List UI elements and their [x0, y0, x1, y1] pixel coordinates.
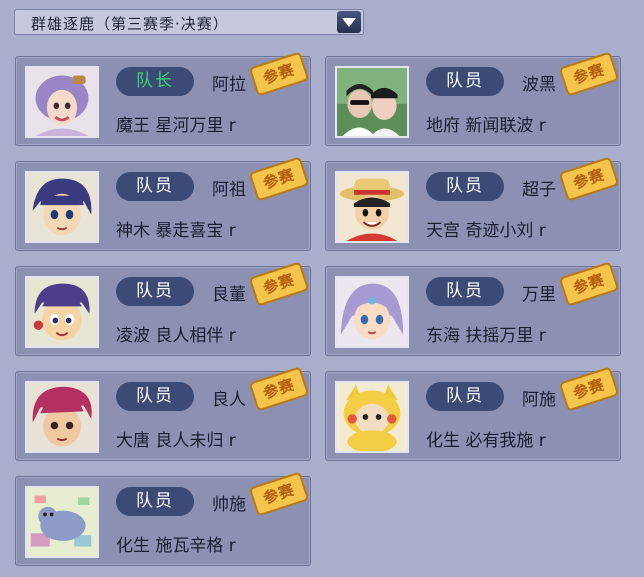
- member-avatar: [25, 276, 99, 348]
- member-nickname: 波黑: [522, 75, 556, 95]
- participating-stamp: 参赛: [248, 261, 310, 307]
- member-card-1[interactable]: 队长 阿拉 魔王 星河万里 r 参赛: [15, 51, 311, 146]
- participating-stamp: 参赛: [248, 51, 310, 97]
- member-nickname: 万里: [522, 285, 556, 305]
- avatar-lavender-hair-girl-icon: [337, 278, 407, 346]
- avatar-girl-purple-hair-icon: [27, 68, 97, 136]
- member-nickname: 阿拉: [212, 75, 246, 95]
- member-card-9[interactable]: 队员 帅施 化生 施瓦辛格 r 参赛: [15, 471, 311, 566]
- member-nickname: 良董: [212, 285, 246, 305]
- member-card-3[interactable]: 队员 阿祖 神木 暴走喜宝 r 参赛: [15, 156, 311, 251]
- member-avatar: [335, 381, 409, 453]
- participating-stamp: 参赛: [558, 51, 620, 97]
- avatar-cartoon-cat-icon: [27, 488, 97, 556]
- role-badge: 队员: [426, 172, 504, 201]
- member-nickname: 阿祖: [212, 180, 246, 200]
- avatar-purple-hair-boy-icon: [27, 278, 97, 346]
- member-avatar: [25, 381, 99, 453]
- avatar-red-hair-boy-icon: [27, 383, 97, 451]
- role-badge: 队员: [426, 382, 504, 411]
- participating-stamp: 参赛: [558, 156, 620, 202]
- member-card-6[interactable]: 队员 万里 东海 扶摇万里 r 参赛: [325, 261, 621, 356]
- team-select-label: 群雄逐鹿（第三赛季·决赛）: [31, 15, 229, 33]
- member-nickname: 良人: [212, 390, 246, 410]
- participating-stamp: 参赛: [248, 366, 310, 412]
- member-server-name: 化生 施瓦辛格 r: [116, 536, 236, 556]
- avatar-dark-hair-boy-icon: [27, 173, 97, 241]
- member-server-name: 大唐 良人未归 r: [116, 431, 236, 451]
- member-server-name: 凌波 良人相伴 r: [116, 326, 236, 346]
- member-server-name: 神木 暴走喜宝 r: [116, 221, 236, 241]
- member-server-name: 天宫 奇迹小刘 r: [426, 221, 546, 241]
- role-badge: 队员: [116, 172, 194, 201]
- member-avatar: [335, 276, 409, 348]
- member-nickname: 帅施: [212, 495, 246, 515]
- role-badge: 队员: [426, 277, 504, 306]
- participating-stamp: 参赛: [248, 471, 310, 517]
- member-avatar: [335, 171, 409, 243]
- member-avatar: [335, 66, 409, 138]
- member-server-name: 化生 必有我施 r: [426, 431, 546, 451]
- member-server-name: 地府 新闻联波 r: [426, 116, 546, 136]
- role-badge: 队员: [426, 67, 504, 96]
- participating-stamp: 参赛: [558, 261, 620, 307]
- member-card-2[interactable]: 队员 波黑 地府 新闻联波 r 参赛: [325, 51, 621, 146]
- member-card-7[interactable]: 队员 良人 大唐 良人未归 r 参赛: [15, 366, 311, 461]
- member-nickname: 超子: [522, 180, 556, 200]
- avatar-pikachu-costume-icon: [337, 383, 407, 451]
- dropdown-arrow-icon[interactable]: [337, 11, 361, 33]
- role-badge: 队员: [116, 277, 194, 306]
- member-avatar: [25, 171, 99, 243]
- role-badge: 队员: [116, 487, 194, 516]
- participating-stamp: 参赛: [558, 366, 620, 412]
- avatar-photo-two-girls-icon: [337, 68, 407, 136]
- participating-stamp: 参赛: [248, 156, 310, 202]
- member-avatar: [25, 66, 99, 138]
- member-card-8[interactable]: 队员 阿施 化生 必有我施 r 参赛: [325, 366, 621, 461]
- role-badge: 队长: [116, 67, 194, 96]
- avatar-straw-hat-icon: [337, 173, 407, 241]
- role-badge: 队员: [116, 382, 194, 411]
- member-avatar: [25, 486, 99, 558]
- team-select-dropdown[interactable]: 群雄逐鹿（第三赛季·决赛）: [14, 9, 364, 35]
- member-nickname: 阿施: [522, 390, 556, 410]
- member-card-5[interactable]: 队员 良董 凌波 良人相伴 r 参赛: [15, 261, 311, 356]
- member-card-4[interactable]: 队员 超子 天宫 奇迹小刘 r 参赛: [325, 156, 621, 251]
- member-server-name: 魔王 星河万里 r: [116, 116, 236, 136]
- member-server-name: 东海 扶摇万里 r: [426, 326, 546, 346]
